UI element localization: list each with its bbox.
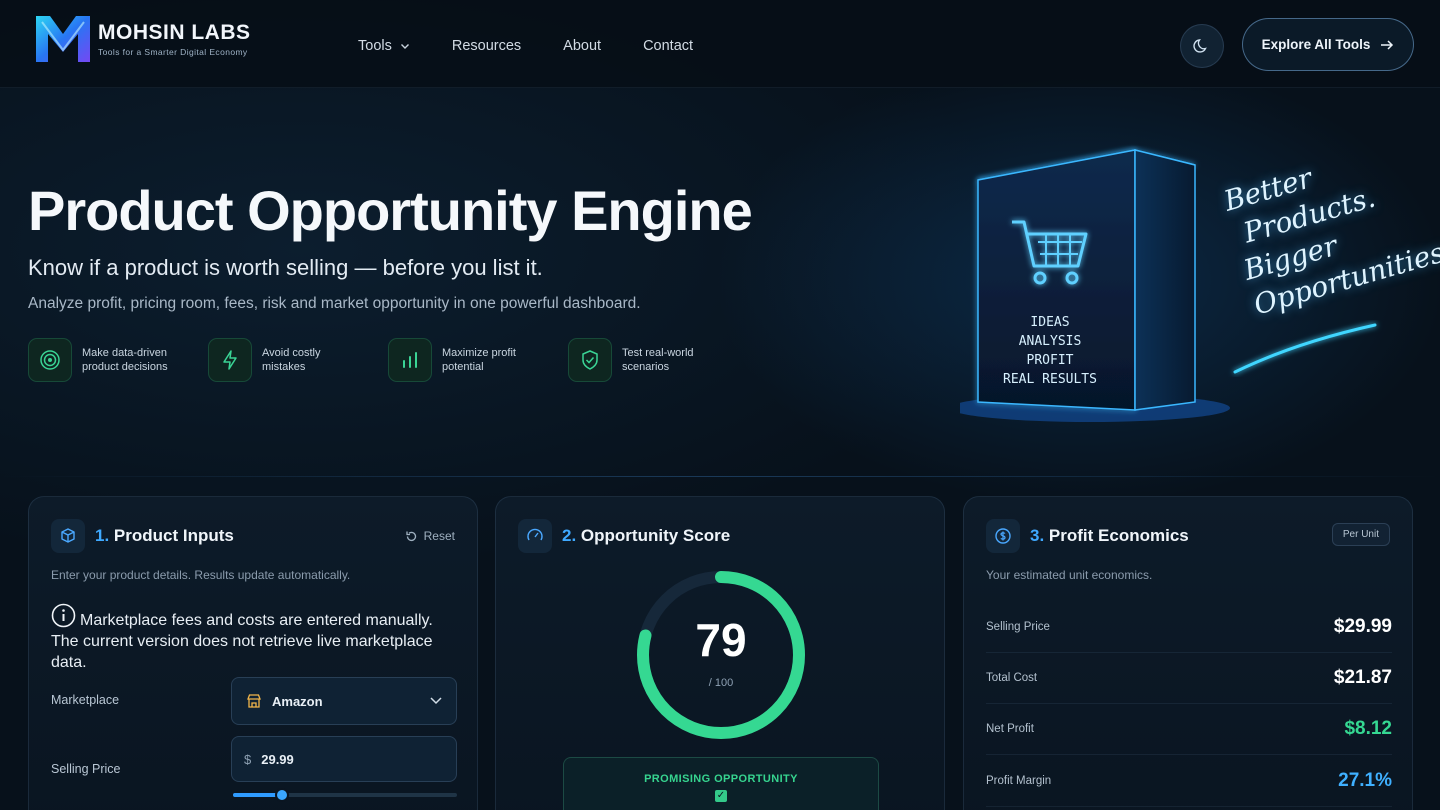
gauge-icon bbox=[527, 528, 543, 541]
nav-link-contact[interactable]: Contact bbox=[643, 38, 693, 54]
econ-row-selling-price: Selling Price $29.99 bbox=[986, 602, 1392, 653]
nav-link-label: Contact bbox=[643, 38, 694, 54]
econ-value: $8.12 bbox=[1344, 718, 1392, 739]
econ-label: Net Profit bbox=[986, 723, 1034, 735]
econ-value: 27.1% bbox=[1338, 770, 1392, 791]
page-title: Product Opportunity Engine bbox=[28, 179, 753, 242]
marketplace-value: Amazon bbox=[272, 693, 323, 709]
verdict-box: PROMISING OPPORTUNITY ✓ bbox=[563, 757, 879, 810]
box-line: PROFIT bbox=[1027, 353, 1074, 368]
card-title: 3. Profit Economics bbox=[1030, 526, 1189, 546]
nav-link-label: Resources bbox=[451, 38, 522, 54]
lightning-icon bbox=[223, 350, 237, 370]
section-divider bbox=[0, 476, 1440, 477]
target-icon bbox=[40, 350, 60, 370]
feature-list: Make data-driven product decisions Avoid… bbox=[28, 338, 722, 382]
arrow-right-icon bbox=[1381, 39, 1394, 50]
moon-icon bbox=[1193, 39, 1207, 53]
feature-item: Avoid costly mistakes bbox=[208, 338, 362, 382]
card-title-text: Product Inputs bbox=[113, 526, 234, 545]
feature-item: Maximize profit potential bbox=[388, 338, 542, 382]
reset-icon bbox=[405, 531, 416, 541]
box-line: IDEAS bbox=[1030, 315, 1069, 330]
econ-row-net-profit: Net Profit $8.12 bbox=[986, 704, 1392, 755]
info-icon bbox=[51, 603, 76, 628]
hero-description: Analyze profit, pricing room, fees, risk… bbox=[28, 295, 641, 312]
theme-toggle-button[interactable] bbox=[1180, 24, 1224, 68]
card-number: 1. bbox=[95, 526, 110, 545]
nav-link-label: Tools bbox=[358, 38, 392, 54]
currency-symbol: $ bbox=[244, 751, 252, 767]
nav-link-tools[interactable]: Tools bbox=[358, 38, 410, 54]
store-icon bbox=[247, 694, 261, 708]
econ-row-profit-margin: Profit Margin 27.1% bbox=[986, 756, 1392, 807]
nav-link-label: About bbox=[563, 38, 602, 54]
dollar-coin-icon bbox=[995, 528, 1011, 544]
slider-thumb[interactable] bbox=[275, 788, 290, 802]
card-number: 2. bbox=[562, 526, 577, 545]
selling-price-slider[interactable] bbox=[233, 788, 457, 802]
checkmark-icon: ✓ bbox=[715, 790, 727, 802]
shield-check-icon bbox=[582, 350, 598, 370]
card-number: 3. bbox=[1030, 526, 1045, 545]
econ-label: Total Cost bbox=[986, 672, 1038, 684]
card-title: 2. Opportunity Score bbox=[562, 526, 730, 546]
econ-label: Selling Price bbox=[986, 621, 1050, 633]
card-title-text: Profit Economics bbox=[1048, 526, 1189, 545]
card-title: 1. Product Inputs bbox=[95, 526, 234, 546]
explore-button-label: Explore All Tools bbox=[1261, 37, 1371, 52]
nav-link-about[interactable]: About bbox=[563, 38, 601, 54]
brand-name: MOHSIN LABS bbox=[98, 21, 251, 44]
box-line: REAL RESULTS bbox=[1003, 372, 1097, 387]
card-subtitle: Your estimated unit economics. bbox=[986, 568, 1153, 582]
manual-data-notice: Marketplace fees and costs are entered m… bbox=[51, 603, 461, 673]
per-unit-toggle[interactable]: Per Unit bbox=[1331, 523, 1390, 546]
reset-label: Reset bbox=[423, 529, 455, 543]
card-title-text: Opportunity Score bbox=[580, 526, 731, 545]
econ-value: $21.87 bbox=[1333, 667, 1392, 688]
notice-text: Marketplace fees and costs are entered m… bbox=[51, 612, 433, 671]
score-max: / 100 bbox=[708, 677, 734, 689]
box-line: ANALYSIS bbox=[1019, 334, 1082, 349]
explore-all-tools-button[interactable]: Explore All Tools bbox=[1242, 18, 1414, 71]
cube-icon bbox=[61, 528, 75, 543]
feature-label: Maximize profit potential bbox=[442, 347, 516, 373]
selling-price-value: 29.99 bbox=[261, 751, 294, 767]
opportunity-score-card: 2. Opportunity Score 79 / 100 PROMISING … bbox=[495, 496, 945, 810]
bar-chart-icon bbox=[403, 352, 417, 368]
reset-button[interactable]: Reset bbox=[405, 529, 455, 543]
marketplace-label: Marketplace bbox=[51, 693, 120, 707]
nav-link-resources[interactable]: Resources bbox=[452, 38, 521, 54]
chevron-down-icon bbox=[400, 44, 409, 49]
econ-label: Profit Margin bbox=[986, 775, 1052, 787]
brand-tagline: Tools for a Smarter Digital Economy bbox=[98, 47, 248, 57]
product-inputs-card: 1. Product Inputs Reset Enter your produ… bbox=[28, 496, 478, 810]
verdict-label: PROMISING OPPORTUNITY bbox=[644, 773, 798, 785]
profit-economics-card: 3. Profit Economics Per Unit Your estima… bbox=[963, 496, 1413, 810]
feature-item: Make data-driven product decisions bbox=[28, 338, 182, 382]
opportunity-score: 79 bbox=[695, 614, 747, 666]
brand-logo[interactable]: MOHSIN LABS Tools for a Smarter Digital … bbox=[32, 10, 251, 68]
card-subtitle: Enter your product details. Results upda… bbox=[51, 568, 351, 582]
top-navigation: MOHSIN LABS Tools for a Smarter Digital … bbox=[0, 0, 1440, 88]
feature-label: Avoid costly mistakes bbox=[262, 347, 321, 373]
feature-label: Make data-driven product decisions bbox=[82, 347, 168, 373]
hero-subtitle: Know if a product is worth selling — bef… bbox=[28, 255, 543, 280]
nav-links: Tools Resources About Contact bbox=[358, 38, 693, 54]
marketplace-select[interactable]: Amazon bbox=[231, 677, 457, 725]
feature-label: Test real-world scenarios bbox=[622, 347, 694, 373]
selling-price-input[interactable]: $ 29.99 bbox=[231, 736, 457, 782]
logo-mark-icon bbox=[36, 16, 90, 62]
feature-item: Test real-world scenarios bbox=[568, 338, 722, 382]
econ-row-total-cost: Total Cost $21.87 bbox=[986, 653, 1392, 704]
chevron-down-icon bbox=[430, 697, 442, 705]
econ-value: $29.99 bbox=[1333, 616, 1392, 637]
selling-price-label: Selling Price bbox=[51, 762, 121, 776]
